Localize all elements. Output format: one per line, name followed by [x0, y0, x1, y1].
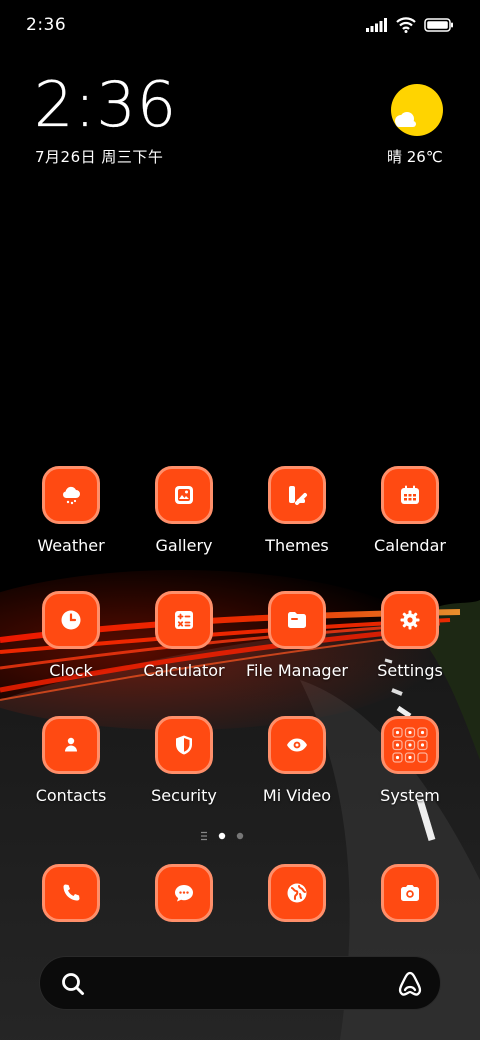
folder-grid-icon — [381, 716, 439, 774]
menu-lines-icon — [201, 831, 207, 841]
dock-phone[interactable] — [14, 864, 126, 964]
folder-icon — [268, 591, 326, 649]
battery-icon — [424, 18, 453, 32]
weather-widget-text: 晴 26℃ — [387, 148, 443, 166]
signal-icon — [366, 18, 387, 32]
contacts-icon — [42, 716, 100, 774]
dock-camera[interactable] — [353, 864, 465, 964]
app-security[interactable]: Security — [127, 716, 239, 816]
weather-icon — [42, 466, 100, 524]
page-dot — [236, 832, 244, 840]
app-themes[interactable]: Themes — [240, 466, 352, 566]
app-label: System — [380, 786, 440, 805]
wifi-icon — [396, 17, 416, 33]
clock-widget-date: 7月26日 周三下午 — [35, 148, 164, 166]
sunny-partly-cloudy-icon[interactable] — [391, 84, 443, 136]
calendar-icon — [381, 466, 439, 524]
app-file-manager[interactable]: File Manager — [240, 591, 352, 691]
eye-icon — [268, 716, 326, 774]
app-calendar[interactable]: Calendar — [353, 466, 465, 566]
dock-browser[interactable] — [240, 864, 352, 964]
app-contacts[interactable]: Contacts — [14, 716, 126, 816]
app-gallery[interactable]: Gallery — [127, 466, 239, 566]
assistant-icon[interactable] — [396, 970, 424, 998]
status-time: 2:36 — [26, 15, 67, 35]
gear-icon — [381, 591, 439, 649]
search-icon[interactable] — [60, 971, 86, 997]
page-dot-active — [218, 832, 226, 840]
app-settings[interactable]: Settings — [353, 591, 465, 691]
clock-widget-time[interactable]: 2:36 — [34, 73, 177, 136]
phone-icon — [42, 864, 100, 922]
app-label: Calendar — [374, 536, 446, 555]
calculator-icon — [155, 591, 213, 649]
browser-icon — [268, 864, 326, 922]
app-mi-video[interactable]: Mi Video — [240, 716, 352, 816]
messages-icon — [155, 864, 213, 922]
app-calculator[interactable]: Calculator — [127, 591, 239, 691]
search-bar[interactable] — [39, 956, 441, 1010]
camera-icon — [381, 864, 439, 922]
status-icons — [366, 15, 454, 35]
page-indicator[interactable] — [200, 829, 250, 843]
themes-icon — [268, 466, 326, 524]
dock-messages[interactable] — [127, 864, 239, 964]
app-clock[interactable]: Clock — [14, 591, 126, 691]
gallery-icon — [155, 466, 213, 524]
app-folder-system[interactable]: System — [353, 716, 465, 816]
clock-icon — [42, 591, 100, 649]
status-bar: 2:36 — [0, 0, 480, 52]
app-weather[interactable]: Weather — [14, 466, 126, 566]
app-label: Settings — [377, 661, 443, 680]
shield-icon — [155, 716, 213, 774]
